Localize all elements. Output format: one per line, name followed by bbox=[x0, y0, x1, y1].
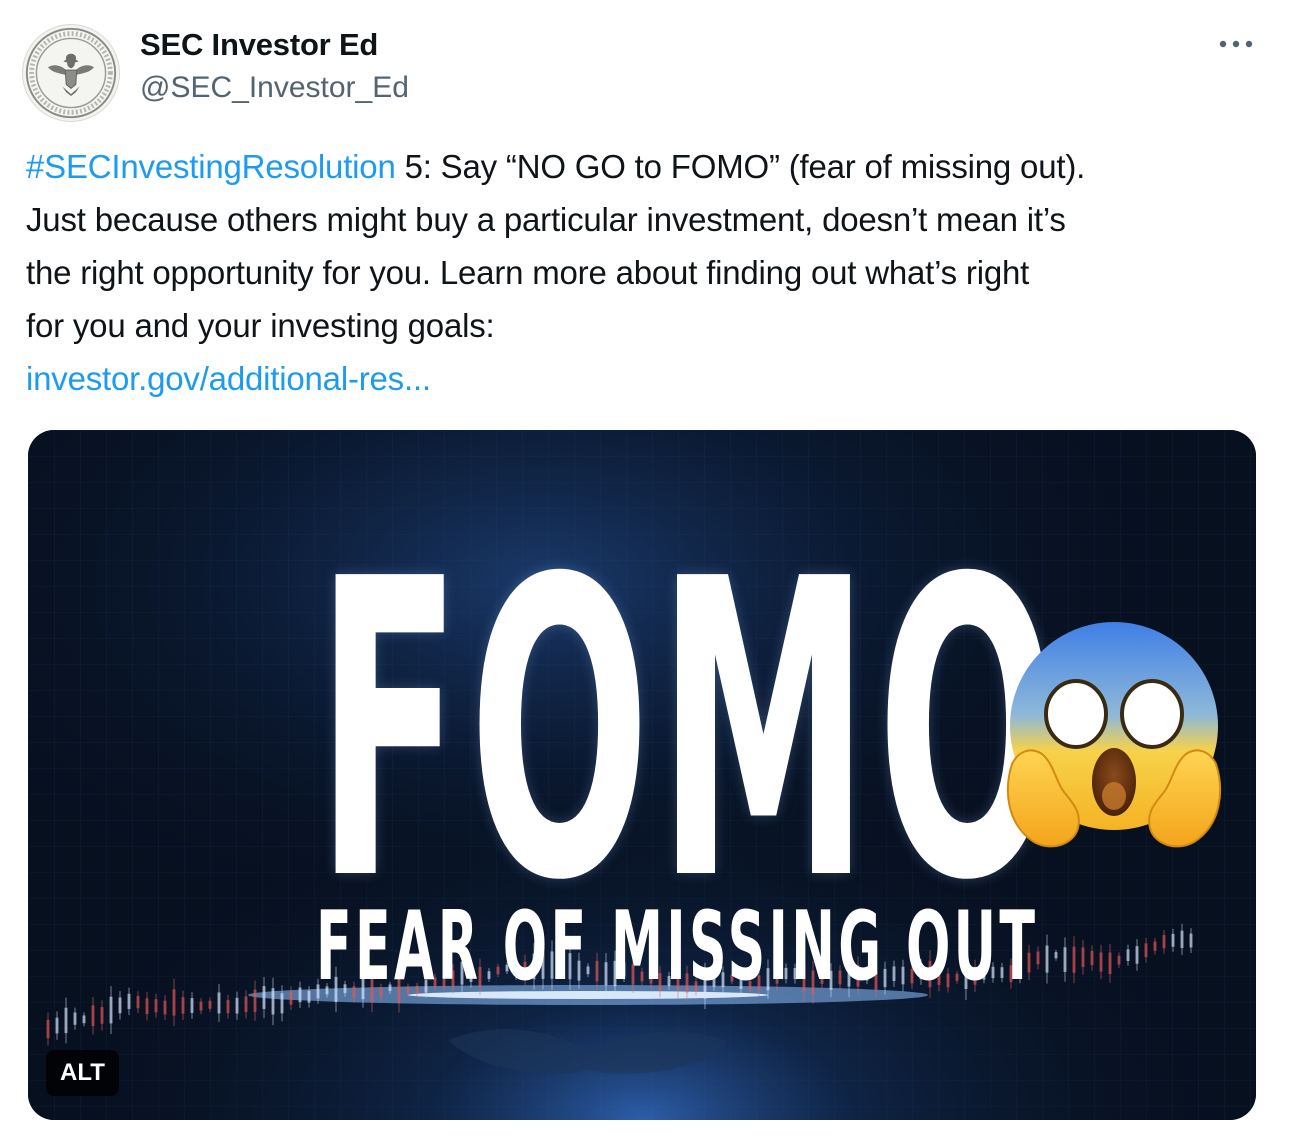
candle-body bbox=[1189, 933, 1193, 948]
candle-body bbox=[307, 990, 311, 1003]
candle-body bbox=[1153, 941, 1157, 951]
candle-body bbox=[1117, 955, 1121, 965]
candle-body bbox=[1099, 952, 1103, 972]
candle-body bbox=[73, 1012, 77, 1025]
candle-body bbox=[271, 988, 275, 1015]
hashtag-link[interactable]: #SECInvestingResolution bbox=[26, 148, 396, 185]
fomo-subtitle: FEAR OF MISSING OUT bbox=[316, 892, 1039, 1002]
candle-body bbox=[1144, 943, 1148, 958]
candle-body bbox=[1162, 935, 1166, 949]
candle-body bbox=[1180, 930, 1184, 949]
candle-body bbox=[289, 991, 293, 1005]
tweet-text-line-3: the right opportunity for you. Learn mor… bbox=[26, 254, 1030, 291]
tweet-text-line-1-rest: 5: Say “NO GO to FOMO” (fear of missing … bbox=[395, 148, 1086, 185]
more-options-button[interactable] bbox=[1212, 26, 1260, 62]
sec-seal-icon bbox=[25, 27, 117, 119]
candle-body bbox=[91, 1005, 95, 1027]
candle-body bbox=[127, 993, 131, 1009]
fomo-title: FOMO bbox=[316, 492, 1066, 970]
candle-body bbox=[253, 989, 257, 1012]
candle-body bbox=[136, 996, 140, 1009]
candle-body bbox=[46, 1019, 50, 1039]
face-screaming-in-fear-icon bbox=[994, 614, 1234, 854]
candle-body bbox=[163, 1000, 167, 1015]
candle-body bbox=[1072, 946, 1076, 973]
candle-body bbox=[82, 1015, 86, 1024]
investor-gov-link[interactable]: investor.gov/additional-res... bbox=[26, 360, 431, 397]
more-horizontal-icon bbox=[1219, 40, 1253, 48]
candle-body bbox=[190, 998, 194, 1013]
candle-body bbox=[118, 997, 122, 1014]
candle-body bbox=[199, 1001, 203, 1011]
candle-body bbox=[109, 996, 113, 1024]
candle-body bbox=[244, 996, 248, 1013]
candle-body bbox=[280, 993, 284, 1014]
candle-body bbox=[226, 1000, 230, 1014]
avatar[interactable] bbox=[22, 24, 120, 122]
candle-body bbox=[1090, 950, 1094, 966]
candle-body bbox=[1171, 933, 1175, 947]
alt-text-button[interactable]: ALT bbox=[46, 1050, 119, 1096]
tweet-text-line-2: Just because others might buy a particul… bbox=[26, 201, 1066, 238]
media-image[interactable]: FOMO FEAR OF MISSING OUT ALT bbox=[28, 430, 1256, 1120]
candle-body bbox=[1108, 952, 1112, 975]
candle-body bbox=[208, 1000, 212, 1009]
candle-body bbox=[262, 986, 266, 1009]
author-display-name[interactable]: SEC Investor Ed bbox=[140, 27, 378, 63]
candle-body bbox=[55, 1017, 59, 1034]
tweet-text: #SECInvestingResolution 5: Say “NO GO to… bbox=[26, 140, 1266, 405]
author-handle[interactable]: @SEC_Investor_Ed bbox=[140, 71, 409, 105]
candle-body bbox=[181, 997, 185, 1014]
tweet-text-line-1: #SECInvestingResolution 5: Say “NO GO to… bbox=[26, 140, 1266, 193]
candle-body bbox=[145, 998, 149, 1015]
candle-body bbox=[1126, 949, 1130, 961]
candle-body bbox=[172, 989, 176, 1016]
tweet-link-line: investor.gov/additional-res... bbox=[26, 352, 1266, 405]
candle-body bbox=[1081, 947, 1085, 968]
candle-body bbox=[217, 992, 221, 1014]
candle-body bbox=[1135, 946, 1139, 964]
candle-body bbox=[235, 997, 239, 1014]
tweet-text-line-4: for you and your investing goals: bbox=[26, 307, 495, 344]
candle-body bbox=[100, 1007, 104, 1024]
tweet-card: SEC Investor Ed @SEC_Investor_Ed #SECInv… bbox=[0, 0, 1290, 1138]
candle-body bbox=[64, 1007, 68, 1034]
candle-body bbox=[154, 999, 158, 1013]
candle-body bbox=[298, 987, 302, 1003]
